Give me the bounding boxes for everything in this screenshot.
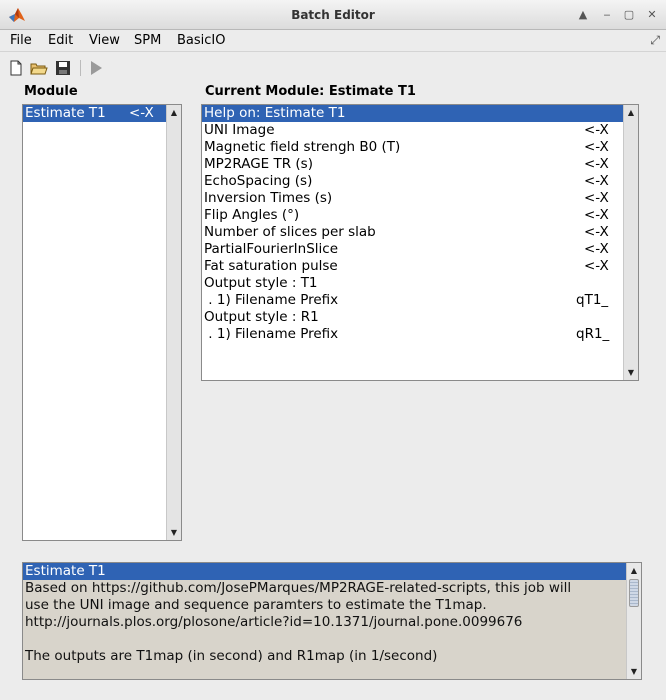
scroll-up-icon[interactable]: ▲ <box>624 105 638 120</box>
current-module-item-label: . 1) Filename Prefix <box>204 292 339 308</box>
menu-edit[interactable]: Edit <box>48 33 73 48</box>
help-scrollbar[interactable]: ▲ ▼ <box>626 563 641 679</box>
current-module-item[interactable]: Number of slices per slab <-X <box>202 224 638 241</box>
maximize-icon[interactable]: ▢ <box>620 6 638 24</box>
title-bar: Batch Editor ▲ ‒ ▢ ✕ <box>0 0 666 30</box>
current-module-item-value: qT1_ <box>576 292 609 308</box>
current-module-item[interactable]: Magnetic field strengh B0 (T) <-X <box>202 139 638 156</box>
current-module-item-value: <-X <box>584 190 609 206</box>
help-text: Based on https://github.com/JosePMarques… <box>23 580 641 665</box>
close-icon[interactable]: ✕ <box>643 6 661 24</box>
current-module-item[interactable]: EchoSpacing (s) <-X <box>202 173 638 190</box>
menu-bar: File Edit View SPM BasicIO ⤢ <box>0 30 666 52</box>
menu-file[interactable]: File <box>10 33 32 48</box>
help-title: Estimate T1 <box>23 563 641 580</box>
window-title: Batch Editor <box>291 8 375 22</box>
new-file-icon[interactable] <box>6 58 26 78</box>
scroll-up-icon[interactable]: ▲ <box>167 105 181 120</box>
module-list-scrollbar[interactable]: ▲ ▼ <box>166 105 181 540</box>
scroll-up-icon[interactable]: ▲ <box>627 563 641 578</box>
module-list[interactable]: Estimate T1 <-X ▲ ▼ <box>22 104 182 541</box>
save-icon[interactable] <box>53 58 73 78</box>
current-module-item-label: EchoSpacing (s) <box>204 173 313 189</box>
current-module-item-label: PartialFourierInSlice <box>204 241 339 257</box>
current-module-item-label: UNI Image <box>204 122 275 138</box>
help-scroll-thumb[interactable] <box>629 579 639 607</box>
module-item-label: Estimate T1 <box>25 105 106 121</box>
toolbar <box>0 54 666 82</box>
current-module-item-label: MP2RAGE TR (s) <box>204 156 313 172</box>
menu-view[interactable]: View <box>89 33 120 48</box>
current-module-item[interactable]: Flip Angles (°) <-X <box>202 207 638 224</box>
current-module-item-value: <-X <box>584 122 609 138</box>
current-module-item-value: <-X <box>584 241 609 257</box>
current-module-item-value: <-X <box>584 224 609 240</box>
help-line: use the UNI image and sequence paramters… <box>25 597 487 613</box>
current-module-item[interactable]: Inversion Times (s) <-X <box>202 190 638 207</box>
keep-above-icon[interactable]: ▲ <box>574 6 592 24</box>
help-line: http://journals.plos.org/plosone/article… <box>25 614 523 630</box>
current-module-item[interactable]: Output style : T1 <box>202 275 638 292</box>
module-item-flag: <-X <box>129 105 154 121</box>
current-module-header: Current Module: Estimate T1 <box>205 84 416 99</box>
current-module-item[interactable]: Help on: Estimate T1 <box>202 105 638 122</box>
current-module-item-label: Magnetic field strengh B0 (T) <box>204 139 401 155</box>
current-module-item-value: <-X <box>584 258 609 274</box>
current-module-item-label: Flip Angles (°) <box>204 207 300 223</box>
help-panel: Estimate T1 Based on https://github.com/… <box>22 562 642 680</box>
current-module-item-value: <-X <box>584 156 609 172</box>
run-icon[interactable] <box>86 58 106 78</box>
current-module-item[interactable]: MP2RAGE TR (s) <-X <box>202 156 638 173</box>
current-module-rows: Help on: Estimate T1 UNI Image <-X Magnetic… <box>202 105 638 343</box>
minimize-icon[interactable]: ‒ <box>598 6 616 24</box>
current-module-item[interactable]: PartialFourierInSlice <-X <box>202 241 638 258</box>
current-module-item-label: Output style : R1 <box>204 309 319 325</box>
module-header: Module <box>24 84 78 99</box>
current-module-list[interactable]: Help on: Estimate T1 UNI Image <-X Magnetic… <box>201 104 639 381</box>
current-module-item-value: <-X <box>584 207 609 223</box>
current-module-item[interactable]: . 1) Filename Prefix qT1_ <box>202 292 638 309</box>
current-module-item-value: <-X <box>584 139 609 155</box>
menu-spm[interactable]: SPM <box>134 33 161 48</box>
current-module-item[interactable]: UNI Image <-X <box>202 122 638 139</box>
open-folder-icon[interactable] <box>29 58 49 78</box>
scroll-down-icon[interactable]: ▼ <box>627 664 641 679</box>
current-module-item-label: Inversion Times (s) <box>204 190 333 206</box>
current-module-scrollbar[interactable]: ▲ ▼ <box>623 105 638 380</box>
scroll-down-icon[interactable]: ▼ <box>624 365 638 380</box>
current-module-item[interactable]: Output style : R1 <box>202 309 638 326</box>
current-module-item-label: Number of slices per slab <box>204 224 376 240</box>
current-module-item-value: qR1_ <box>576 326 610 342</box>
current-module-item[interactable]: Fat saturation pulse <-X <box>202 258 638 275</box>
scroll-down-icon[interactable]: ▼ <box>167 525 181 540</box>
current-module-item[interactable]: . 1) Filename Prefix qR1_ <box>202 326 638 343</box>
current-module-item-label: Fat saturation pulse <box>204 258 338 274</box>
module-item-estimate-t1[interactable]: Estimate T1 <-X <box>23 105 181 122</box>
menu-expand-icon[interactable]: ⤢ <box>650 33 660 48</box>
help-line: Based on https://github.com/JosePMarques… <box>25 580 572 596</box>
current-module-item-label: . 1) Filename Prefix <box>204 326 339 342</box>
menu-basicio[interactable]: BasicIO <box>177 33 225 48</box>
toolbar-separator <box>80 60 81 76</box>
current-module-item-label: Help on: Estimate T1 <box>204 105 346 121</box>
current-module-item-label: Output style : T1 <box>204 275 318 291</box>
current-module-item-value: <-X <box>584 173 609 189</box>
help-line <box>23 631 641 648</box>
help-line: The outputs are T1map (in second) and R1… <box>25 648 438 664</box>
